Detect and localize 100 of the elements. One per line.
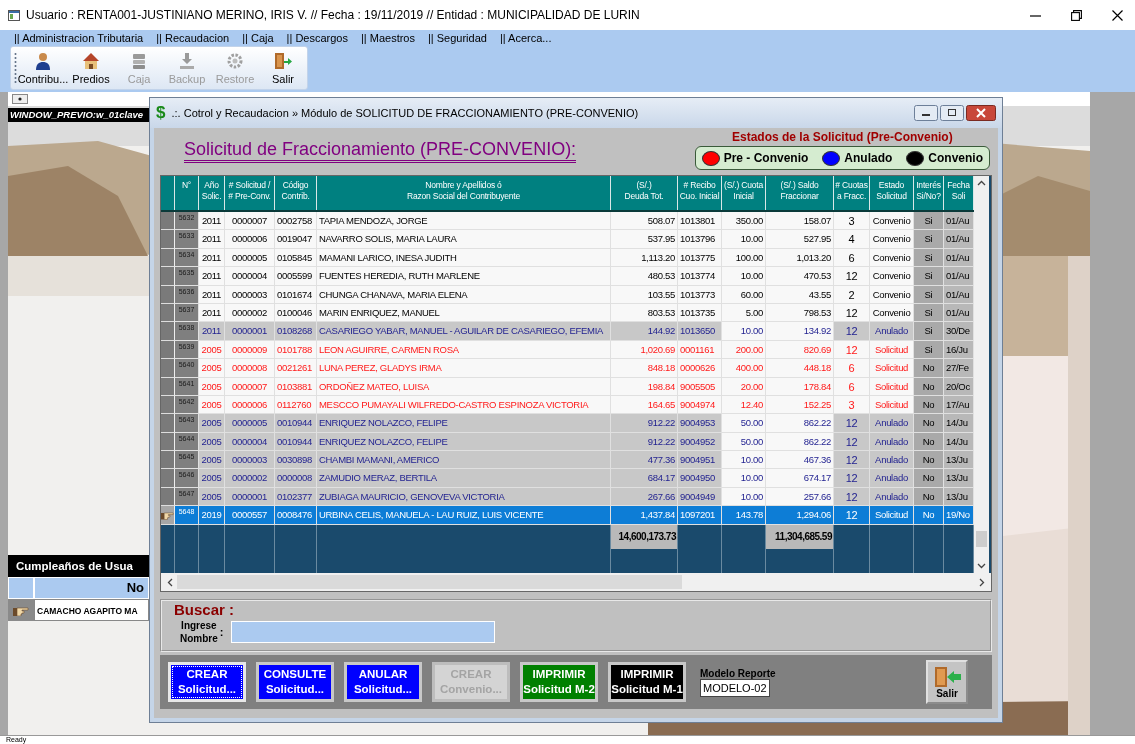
table-cell: 0019047 <box>275 230 317 249</box>
scroll-down-icon[interactable] <box>977 563 986 569</box>
row-selector[interactable] <box>161 451 175 470</box>
table-cell: Anulado <box>870 322 914 341</box>
row-selector[interactable] <box>161 212 175 231</box>
table-cell: 0000003 <box>225 451 275 470</box>
column-header[interactable]: N° <box>175 176 199 210</box>
column-header[interactable]: Nombre y Apellidos ó Razon Social del Contribuyente <box>317 176 611 210</box>
table-cell: 10.00 <box>722 230 766 249</box>
column-header[interactable]: (S/.) Cuota Inicial <box>722 176 766 210</box>
table-cell: 2005 <box>199 469 225 488</box>
column-header[interactable]: (S/.) Deuda Tot. <box>611 176 678 210</box>
menu-item[interactable]: || Maestros <box>360 32 415 44</box>
scroll-right-icon[interactable] <box>979 577 985 587</box>
table-cell: CHAMBI MAMANI, AMERICO <box>317 451 611 470</box>
table-cell: 508.07 <box>611 212 678 231</box>
field-label: Modelo Reporte <box>700 667 776 679</box>
column-header[interactable]: # Recibo Cuo. Inicial <box>678 176 722 210</box>
table-cell: No <box>914 469 944 488</box>
minimize-icon[interactable] <box>914 105 938 121</box>
column-header[interactable]: # Cuotas a Fracc. <box>834 176 870 210</box>
menu-item[interactable]: || Recaudacion <box>156 32 230 44</box>
menu-item[interactable]: || Caja <box>242 32 274 44</box>
row-selector[interactable] <box>161 469 175 488</box>
search-title: Buscar : <box>174 601 236 619</box>
scroll-thumb[interactable] <box>976 531 987 547</box>
dialog-title: .:. Cotrol y Recaudacion » Módulo de SOLICITUD DE FRACCIONAMIENTO (PRE-CONVENIO) <box>171 107 639 119</box>
row-selector[interactable] <box>161 230 175 249</box>
action-button[interactable]: CONSULTE Solicitud... <box>256 662 334 702</box>
row-selector <box>8 577 34 599</box>
table-cell: 1013650 <box>678 322 722 341</box>
menu-item[interactable]: || Seguridad <box>428 32 487 44</box>
column-header[interactable]: (S/.) Saldo Fraccionar <box>766 176 834 210</box>
table-cell: 684.17 <box>611 469 678 488</box>
person-icon <box>35 51 51 70</box>
table-cell: URBINA CELIS, MANUELA - LAU RUIZ, LUIS VICENTE <box>317 506 611 525</box>
row-selector[interactable] <box>161 322 175 341</box>
column-header: No <box>34 577 149 599</box>
row-selector[interactable] <box>161 267 175 286</box>
table-cell: 10.00 <box>722 451 766 470</box>
maximize-icon[interactable] <box>940 105 964 121</box>
close-icon[interactable] <box>1112 9 1123 21</box>
table-cell: Convenio <box>870 230 914 249</box>
toolbar-button[interactable]: Salir <box>259 47 307 89</box>
table-cell: 1097201 <box>678 506 722 525</box>
vertical-scrollbar[interactable] <box>974 176 989 573</box>
download-icon <box>179 51 195 70</box>
grip-icon[interactable] <box>14 51 17 85</box>
horizontal-scrollbar[interactable] <box>161 573 991 591</box>
menu-item[interactable]: || Acerca... <box>499 32 552 44</box>
table-cell: Si <box>914 267 944 286</box>
action-button[interactable]: ANULAR Solicitud... <box>344 662 422 702</box>
toolbar-button[interactable]: Predios <box>67 47 115 89</box>
table-cell: 12 <box>834 469 870 488</box>
table-cell: 0000001 <box>225 322 275 341</box>
name-input-field[interactable] <box>231 621 496 643</box>
pointing-hand-icon <box>13 604 29 616</box>
column-header[interactable]: Año Solic. <box>199 176 225 210</box>
table-cell: CASARIEGO YABAR, MANUEL - AGUILAR DE CASARIEGO, EFEMIA <box>317 322 611 341</box>
report-model-field[interactable]: MODELO-02 <box>700 678 770 697</box>
table-cell: 12 <box>834 414 870 433</box>
table-cell: 400.00 <box>722 359 766 378</box>
action-button[interactable]: IMPRIMIR Solicitud M-1 <box>608 662 686 702</box>
table-cell: 848.18 <box>611 359 678 378</box>
row-selector[interactable] <box>161 506 175 525</box>
table-cell: Anulado <box>870 469 914 488</box>
column-header[interactable]: # Solicitud / # Pre-Conv. <box>225 176 275 210</box>
table-cell: 1013774 <box>678 267 722 286</box>
row-selector[interactable] <box>161 414 175 433</box>
column-header[interactable]: Estado Solicitud <box>870 176 914 210</box>
menu-item[interactable]: || Descargos <box>286 32 348 44</box>
toolbar-button[interactable]: Contribu... <box>19 47 67 89</box>
exit-button[interactable]: Salir <box>926 660 968 704</box>
table-cell: 0021261 <box>275 359 317 378</box>
menu-item[interactable]: || Administracion Tributaria <box>14 32 144 44</box>
action-button[interactable]: IMPRIMIR Solicitud M-2 <box>520 662 598 702</box>
table-cell: 19/No <box>944 506 974 525</box>
table-cell: Si <box>914 212 944 231</box>
maximize-icon[interactable] <box>1071 9 1082 21</box>
table-cell: 0000006 <box>225 230 275 249</box>
row-selector[interactable] <box>161 359 175 378</box>
app-icon <box>8 9 20 21</box>
table-cell: 3 <box>834 212 870 231</box>
table-cell: 1,437.84 <box>611 506 678 525</box>
action-button[interactable]: CREAR Solicitud... <box>168 662 246 702</box>
window-tag: WINDOW_PREVIO:w_01clave <box>8 108 150 122</box>
column-header[interactable]: Código Contrib. <box>275 176 317 210</box>
scroll-left-icon[interactable] <box>167 577 173 587</box>
table-cell: 01/Au <box>944 267 974 286</box>
column-header[interactable]: Interés Si/No? <box>914 176 944 210</box>
table-cell: 1013796 <box>678 230 722 249</box>
scroll-up-icon[interactable] <box>977 180 986 186</box>
table-cell: 2011 <box>199 267 225 286</box>
table-cell: 14/Ju <box>944 414 974 433</box>
window-menu-button[interactable] <box>12 94 28 104</box>
gear-icon <box>226 51 244 70</box>
close-icon[interactable] <box>966 105 996 121</box>
table-cell: Convenio <box>870 267 914 286</box>
table-cell: 470.53 <box>766 267 834 286</box>
table-cell: Si <box>914 230 944 249</box>
